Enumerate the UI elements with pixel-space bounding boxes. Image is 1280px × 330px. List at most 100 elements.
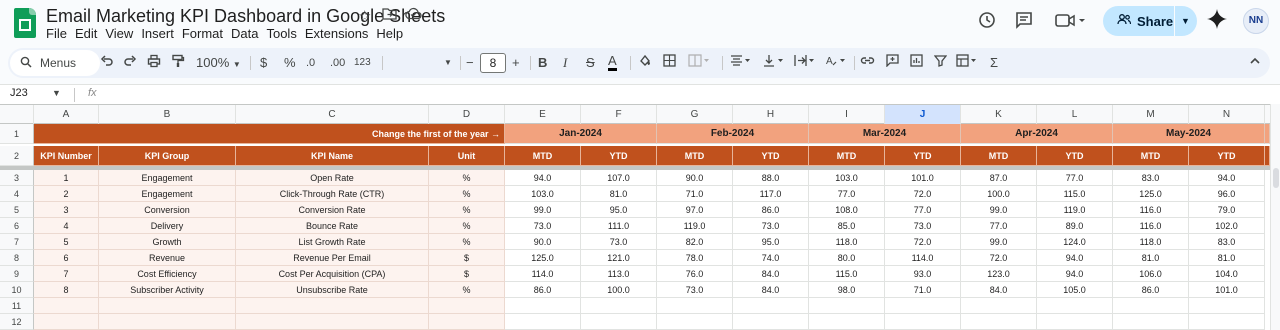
month-header[interactable]: May-2024 <box>1113 124 1265 144</box>
mtd-value-cell[interactable]: 80.0 <box>809 250 885 266</box>
menu-format[interactable]: Format <box>182 26 229 41</box>
column-header-a[interactable]: A <box>34 105 99 124</box>
bold-button[interactable]: B <box>538 54 547 72</box>
empty-cell[interactable] <box>581 298 657 314</box>
select-all-corner[interactable] <box>0 105 34 124</box>
kpi-group-cell[interactable]: Engagement <box>99 186 236 202</box>
kpi-name-cell[interactable]: Click-Through Rate (CTR) <box>236 186 429 202</box>
ytd-value-cell[interactable]: 94.0 <box>1037 266 1113 282</box>
ytd-value-cell[interactable]: 100.0 <box>581 282 657 298</box>
empty-cell[interactable] <box>99 298 236 314</box>
move-folder-icon[interactable] <box>382 7 397 24</box>
ytd-value-cell[interactable]: 95.0 <box>581 202 657 218</box>
row-header-4[interactable]: 4 <box>0 186 34 202</box>
ytd-value-cell[interactable]: 96.0 <box>1189 186 1265 202</box>
empty-cell[interactable] <box>429 314 505 330</box>
kpi-number-cell[interactable]: 2 <box>34 186 99 202</box>
text-wrap-icon[interactable] <box>794 54 818 72</box>
zoom-select[interactable]: 100% ▼ <box>196 54 241 74</box>
menu-edit[interactable]: Edit <box>75 26 103 41</box>
empty-cell[interactable] <box>885 298 961 314</box>
ytd-value-cell[interactable]: 72.0 <box>885 186 961 202</box>
sheets-logo-icon[interactable] <box>14 8 36 38</box>
column-header-n[interactable]: N <box>1189 105 1265 124</box>
kpi-name-cell[interactable]: Cost Per Acquisition (CPA) <box>236 266 429 282</box>
ytd-value-cell[interactable]: 73.0 <box>885 218 961 234</box>
frozen-rows-divider[interactable] <box>0 166 1270 170</box>
unit-cell[interactable]: % <box>429 234 505 250</box>
decrease-font-size-button[interactable]: − <box>466 54 474 72</box>
empty-cell[interactable] <box>961 314 1037 330</box>
mtd-value-cell[interactable]: 72.0 <box>961 250 1037 266</box>
mtd-value-cell[interactable]: 123.0 <box>961 266 1037 282</box>
empty-cell[interactable] <box>236 298 429 314</box>
mtd-header[interactable]: MTD <box>961 146 1037 166</box>
empty-cell[interactable] <box>657 298 733 314</box>
mtd-value-cell[interactable]: 99.0 <box>961 202 1037 218</box>
redo-icon[interactable] <box>123 54 137 73</box>
mtd-value-cell[interactable]: 115.0 <box>809 266 885 282</box>
ytd-value-cell[interactable]: 73.0 <box>581 234 657 250</box>
kpi-name-cell[interactable]: Open Rate <box>236 170 429 186</box>
ytd-value-cell[interactable]: 124.0 <box>1037 234 1113 250</box>
column-header-e[interactable]: E <box>505 105 581 124</box>
ytd-value-cell[interactable]: 114.0 <box>885 250 961 266</box>
ytd-value-cell[interactable]: 77.0 <box>885 202 961 218</box>
italic-button[interactable]: I <box>563 54 567 72</box>
row-header-10[interactable]: 10 <box>0 282 34 298</box>
month-header[interactable]: Feb-2024 <box>657 124 809 144</box>
vertical-align-icon[interactable] <box>763 54 787 72</box>
ytd-header[interactable]: YTD <box>733 146 809 166</box>
kpi-group-cell[interactable]: Cost Efficiency <box>99 266 236 282</box>
filter-views-icon[interactable] <box>956 54 980 72</box>
mtd-value-cell[interactable]: 99.0 <box>961 234 1037 250</box>
mtd-value-cell[interactable]: 77.0 <box>809 186 885 202</box>
kpi-name-cell[interactable]: Bounce Rate <box>236 218 429 234</box>
empty-cell[interactable] <box>34 314 99 330</box>
empty-cell[interactable] <box>657 314 733 330</box>
year-change-note[interactable]: Change the first of the year → <box>34 124 505 144</box>
column-header-d[interactable]: D <box>429 105 505 124</box>
ytd-value-cell[interactable]: 84.0 <box>733 282 809 298</box>
cloud-saved-icon[interactable] <box>405 7 422 24</box>
row-header-12[interactable]: 12 <box>0 314 34 330</box>
ytd-value-cell[interactable]: 89.0 <box>1037 218 1113 234</box>
mtd-value-cell[interactable]: 99.0 <box>505 202 581 218</box>
unit-cell[interactable]: % <box>429 218 505 234</box>
menus-search[interactable]: Menus <box>10 50 100 76</box>
functions-icon[interactable]: Σ <box>990 54 998 72</box>
row-header-8[interactable]: 8 <box>0 250 34 266</box>
row-header-3[interactable]: 3 <box>0 170 34 186</box>
kpi-number-cell[interactable]: 7 <box>34 266 99 282</box>
ytd-value-cell[interactable]: 71.0 <box>885 282 961 298</box>
mtd-value-cell[interactable]: 116.0 <box>1113 202 1189 218</box>
kpi-name-cell[interactable]: Revenue Per Email <box>236 250 429 266</box>
mtd-value-cell[interactable]: 86.0 <box>505 282 581 298</box>
ytd-value-cell[interactable]: 121.0 <box>581 250 657 266</box>
kpi-name-cell[interactable]: Conversion Rate <box>236 202 429 218</box>
undo-icon[interactable] <box>100 54 114 73</box>
mtd-value-cell[interactable]: 98.0 <box>809 282 885 298</box>
ytd-value-cell[interactable]: 101.0 <box>885 170 961 186</box>
row-header-7[interactable]: 7 <box>0 234 34 250</box>
decrease-decimal-button[interactable]: .0 <box>306 54 315 72</box>
mtd-value-cell[interactable]: 100.0 <box>961 186 1037 202</box>
empty-cell[interactable] <box>1113 314 1189 330</box>
empty-cell[interactable] <box>1113 298 1189 314</box>
menu-view[interactable]: View <box>105 26 139 41</box>
column-header-b[interactable]: B <box>99 105 236 124</box>
column-header-k[interactable]: K <box>961 105 1037 124</box>
kpi-number-cell[interactable]: 1 <box>34 170 99 186</box>
gemini-sparkle-icon[interactable] <box>1207 9 1227 35</box>
mtd-value-cell[interactable]: 82.0 <box>657 234 733 250</box>
increase-decimal-button[interactable]: .00 <box>330 54 345 72</box>
mtd-header[interactable]: MTD <box>809 146 885 166</box>
merge-cells-icon[interactable] <box>688 54 710 72</box>
empty-cell[interactable] <box>885 314 961 330</box>
empty-cell[interactable] <box>1189 298 1265 314</box>
version-history-icon[interactable] <box>978 11 996 34</box>
unit-cell[interactable]: % <box>429 282 505 298</box>
empty-cell[interactable] <box>1037 314 1113 330</box>
unit-header[interactable]: Unit <box>429 146 505 166</box>
mtd-value-cell[interactable]: 86.0 <box>1113 282 1189 298</box>
